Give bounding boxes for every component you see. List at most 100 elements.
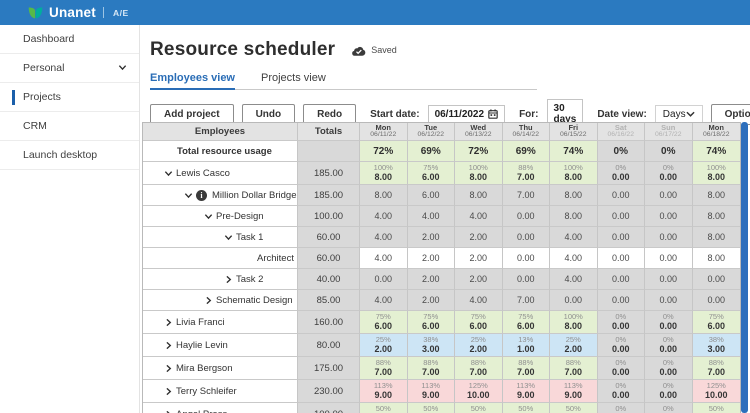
schedule-cell[interactable]: 125%10.00: [455, 380, 503, 403]
schedule-cell[interactable]: 100%8.00: [693, 162, 741, 185]
schedule-cell[interactable]: 0.00: [598, 290, 646, 311]
chevron-down-icon[interactable]: [201, 212, 216, 221]
chevron-right-icon[interactable]: [161, 410, 176, 413]
schedule-cell[interactable]: 0.00: [645, 248, 693, 269]
schedule-cell[interactable]: 100%8.00: [550, 311, 598, 334]
row-name-cell[interactable]: Livia Franci: [143, 311, 298, 334]
schedule-cell[interactable]: 0.00: [645, 185, 693, 206]
sidebar-item-projects[interactable]: Projects: [0, 83, 139, 112]
schedule-cell[interactable]: 2.00: [455, 227, 503, 248]
schedule-cell[interactable]: 0%0.00: [598, 162, 646, 185]
vertical-scrollbar[interactable]: [741, 122, 748, 413]
schedule-cell[interactable]: 88%7.00: [455, 357, 503, 380]
schedule-cell[interactable]: 4.00: [550, 269, 598, 290]
schedule-cell[interactable]: 6.00: [408, 185, 456, 206]
schedule-cell[interactable]: 75%6.00: [503, 311, 551, 334]
schedule-cell[interactable]: 0%0.00: [598, 380, 646, 403]
chevron-down-icon[interactable]: [181, 191, 196, 200]
schedule-cell[interactable]: 50%4.00: [503, 403, 551, 413]
sidebar-item-personal[interactable]: Personal: [0, 54, 139, 83]
schedule-cell[interactable]: 75%6.00: [360, 311, 408, 334]
schedule-cell[interactable]: 2.00: [408, 290, 456, 311]
schedule-cell[interactable]: 25%2.00: [360, 334, 408, 357]
schedule-cell[interactable]: 88%7.00: [550, 357, 598, 380]
row-name-cell[interactable]: Schematic Design: [143, 290, 298, 311]
date-view-select[interactable]: Days: [655, 105, 703, 124]
schedule-cell[interactable]: 4.00: [455, 206, 503, 227]
schedule-cell[interactable]: 88%7.00: [360, 357, 408, 380]
row-name-cell[interactable]: Architect II: [143, 248, 298, 269]
schedule-cell[interactable]: 4.00: [360, 248, 408, 269]
schedule-cell[interactable]: 0.00: [598, 269, 646, 290]
schedule-cell[interactable]: 50%4.00: [455, 403, 503, 413]
schedule-cell[interactable]: 75%6.00: [693, 311, 741, 334]
row-name-cell[interactable]: Mira Bergson: [143, 357, 298, 380]
schedule-cell[interactable]: 50%4.00: [360, 403, 408, 413]
schedule-cell[interactable]: 0%0.00: [645, 334, 693, 357]
row-name-cell[interactable]: Task 2: [143, 269, 298, 290]
chevron-right-icon[interactable]: [201, 296, 216, 305]
schedule-cell[interactable]: 0%0.00: [598, 311, 646, 334]
schedule-cell[interactable]: 2.00: [408, 248, 456, 269]
row-name-cell[interactable]: Haylie Levin: [143, 334, 298, 357]
schedule-cell[interactable]: 0%0.00: [598, 403, 646, 413]
schedule-cell[interactable]: 8.00: [693, 227, 741, 248]
schedule-cell[interactable]: 75%6.00: [408, 311, 456, 334]
schedule-cell[interactable]: 75%6.00: [455, 311, 503, 334]
chevron-right-icon[interactable]: [161, 364, 176, 373]
schedule-cell[interactable]: 0.00: [598, 185, 646, 206]
row-name-cell[interactable]: iMillion Dollar Bridge: [143, 185, 298, 206]
schedule-cell[interactable]: 0.00: [503, 227, 551, 248]
schedule-cell[interactable]: 75%6.00: [408, 162, 456, 185]
schedule-cell[interactable]: 100%8.00: [455, 162, 503, 185]
schedule-cell[interactable]: 0.00: [645, 290, 693, 311]
schedule-cell[interactable]: 0.00: [645, 206, 693, 227]
schedule-cell[interactable]: 0.00: [598, 227, 646, 248]
schedule-cell[interactable]: 2.00: [408, 227, 456, 248]
row-name-cell[interactable]: Terry Schleifer: [143, 380, 298, 403]
schedule-cell[interactable]: 88%7.00: [503, 357, 551, 380]
schedule-cell[interactable]: 100%8.00: [550, 162, 598, 185]
start-date-input[interactable]: 06/11/2022: [428, 105, 506, 124]
schedule-cell[interactable]: 88%7.00: [503, 162, 551, 185]
schedule-cell[interactable]: 38%3.00: [693, 334, 741, 357]
schedule-cell[interactable]: 4.00: [360, 227, 408, 248]
schedule-cell[interactable]: 4.00: [360, 290, 408, 311]
chevron-right-icon[interactable]: [161, 341, 176, 350]
sidebar-item-crm[interactable]: CRM: [0, 112, 139, 141]
schedule-cell[interactable]: 4.00: [408, 206, 456, 227]
schedule-cell[interactable]: 8.00: [455, 185, 503, 206]
row-name-cell[interactable]: Angel Press: [143, 403, 298, 413]
schedule-cell[interactable]: 113%9.00: [503, 380, 551, 403]
schedule-cell[interactable]: 0%0.00: [598, 357, 646, 380]
schedule-cell[interactable]: 8.00: [693, 206, 741, 227]
chevron-right-icon[interactable]: [161, 318, 176, 327]
sidebar-item-dashboard[interactable]: Dashboard: [0, 25, 139, 54]
schedule-cell[interactable]: 113%9.00: [550, 380, 598, 403]
schedule-cell[interactable]: 7.00: [503, 290, 551, 311]
schedule-cell[interactable]: 0.00: [645, 269, 693, 290]
schedule-cell[interactable]: 8.00: [360, 185, 408, 206]
schedule-cell[interactable]: 0%0.00: [645, 403, 693, 413]
schedule-cell[interactable]: 100%8.00: [360, 162, 408, 185]
schedule-cell[interactable]: 0.00: [598, 248, 646, 269]
schedule-cell[interactable]: 0.00: [550, 290, 598, 311]
schedule-cell[interactable]: 113%9.00: [360, 380, 408, 403]
tab-employees-view[interactable]: Employees view: [150, 72, 235, 90]
schedule-cell[interactable]: 2.00: [408, 269, 456, 290]
schedule-cell[interactable]: 0.00: [693, 269, 741, 290]
row-name-cell[interactable]: Lewis Casco: [143, 162, 298, 185]
schedule-cell[interactable]: 125%10.00: [693, 380, 741, 403]
schedule-cell[interactable]: 8.00: [693, 185, 741, 206]
schedule-cell[interactable]: 0.00: [503, 269, 551, 290]
tab-projects-view[interactable]: Projects view: [261, 72, 326, 89]
schedule-cell[interactable]: 4.00: [550, 248, 598, 269]
row-name-cell[interactable]: Pre-Design: [143, 206, 298, 227]
chevron-down-icon[interactable]: [221, 233, 236, 242]
schedule-cell[interactable]: 8.00: [693, 248, 741, 269]
schedule-cell[interactable]: 25%2.00: [550, 334, 598, 357]
sidebar-item-launch-desktop[interactable]: Launch desktop: [0, 141, 139, 170]
schedule-cell[interactable]: 88%7.00: [408, 357, 456, 380]
schedule-cell[interactable]: 2.00: [455, 248, 503, 269]
schedule-cell[interactable]: 4.00: [550, 227, 598, 248]
